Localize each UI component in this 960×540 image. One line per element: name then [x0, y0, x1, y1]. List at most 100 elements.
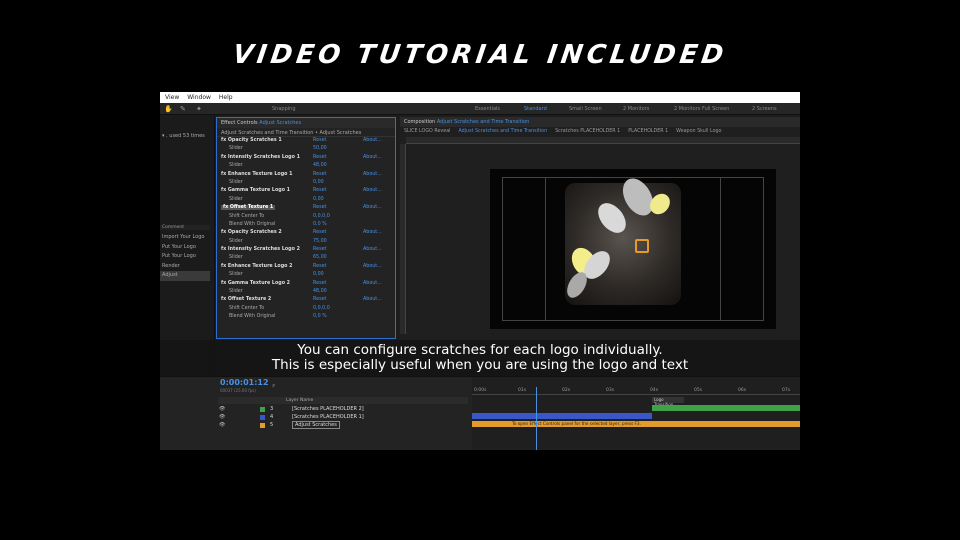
composition-viewer[interactable]: [490, 169, 776, 329]
crumb[interactable]: Weapon Skull Logo: [676, 129, 721, 135]
property-value[interactable]: 48,00: [313, 289, 327, 294]
layer-name-header[interactable]: Layer Name: [286, 398, 313, 403]
layer-row[interactable]: 👁 5 Adjust Scratches: [218, 421, 470, 429]
about-link[interactable]: About...: [363, 230, 382, 235]
workspace-2-monitors-full[interactable]: 2 Monitors Full Screen: [674, 106, 729, 112]
effect-row[interactable]: fx Opacity Scratches 1 Reset About...: [217, 137, 395, 145]
menu-help[interactable]: Help: [219, 94, 233, 101]
effect-row[interactable]: fx Opacity Scratches 2 Reset About...: [217, 229, 395, 237]
property-value[interactable]: 0,0,0,0: [313, 214, 330, 219]
hand-tool-icon[interactable]: ✋: [164, 105, 173, 113]
layer-name[interactable]: Adjust Scratches: [292, 421, 340, 429]
about-link[interactable]: About...: [363, 155, 382, 160]
property-value[interactable]: 48,00: [313, 163, 327, 168]
pin-tool-icon[interactable]: ✦: [196, 105, 202, 113]
project-item[interactable]: Put Your Logo: [160, 252, 210, 262]
timecode-display[interactable]: 0:00:01:12: [220, 378, 269, 387]
time-ruler[interactable]: 0:00s 01s 02s 03s 04s 05s 06s 07s: [472, 387, 800, 395]
composition-tab[interactable]: Composition Adjust Scratches and Time Tr…: [400, 117, 800, 127]
effect-property-row[interactable]: Slider 0,00: [217, 271, 395, 279]
reset-link[interactable]: Reset: [313, 172, 326, 177]
reset-link[interactable]: Reset: [313, 138, 326, 143]
effect-controls-tab[interactable]: Effect Controls Adjust Scratches: [217, 118, 395, 128]
about-link[interactable]: About...: [363, 264, 382, 269]
effect-property-row[interactable]: Slider 0,00: [217, 179, 395, 187]
effect-row[interactable]: fx Intensity Scratches Logo 2 Reset About.…: [217, 246, 395, 254]
property-value[interactable]: 0,00: [313, 180, 324, 185]
effect-property-row[interactable]: Slider 50,00: [217, 145, 395, 153]
about-link[interactable]: About...: [363, 172, 382, 177]
about-link[interactable]: About...: [363, 297, 382, 302]
about-link[interactable]: About...: [363, 281, 382, 286]
effect-property-row[interactable]: Slider 48,00: [217, 288, 395, 296]
property-value[interactable]: 0,0 %: [313, 222, 327, 227]
effect-row[interactable]: fx Gamma Texture Logo 1 Reset About...: [217, 187, 395, 195]
crumb[interactable]: PLACEHOLDER 1: [628, 129, 668, 135]
property-value[interactable]: 65,00: [313, 255, 327, 260]
effect-property-row[interactable]: Slider 65,00: [217, 254, 395, 262]
property-value[interactable]: 0,0,0,0: [313, 306, 330, 311]
anchor-point-icon[interactable]: [635, 239, 649, 253]
layer-bar[interactable]: [652, 405, 800, 411]
layer-name[interactable]: [Scratches PLACEHOLDER 1]: [292, 414, 364, 420]
project-item-selected[interactable]: Adjust: [160, 271, 210, 281]
property-value[interactable]: 75,00: [313, 239, 327, 244]
effect-property-row[interactable]: Slider 75,00: [217, 238, 395, 246]
effect-property-row[interactable]: Blend With Original 0,0 %: [217, 313, 395, 321]
project-item[interactable]: Import Your Logo: [160, 233, 210, 243]
pen-tool-icon[interactable]: ✎: [180, 105, 186, 113]
effect-row[interactable]: fx Offset Texture 2 Reset About...: [217, 296, 395, 304]
property-value[interactable]: 50,00: [313, 146, 327, 151]
effect-property-row[interactable]: Shift Center To 0,0,0,0: [217, 305, 395, 313]
about-link[interactable]: About...: [363, 205, 382, 210]
about-link[interactable]: About...: [363, 138, 382, 143]
property-value[interactable]: 0,0 %: [313, 314, 327, 319]
visibility-eye-icon[interactable]: 👁: [219, 414, 225, 420]
menu-view[interactable]: View: [165, 94, 179, 101]
property-value[interactable]: 0,00: [313, 197, 324, 202]
effect-row[interactable]: fx Gamma Texture Logo 2 Reset About...: [217, 280, 395, 288]
reset-link[interactable]: Reset: [313, 247, 326, 252]
workspace-2-screens[interactable]: 2 Screens: [752, 106, 777, 112]
timeline-tracks[interactable]: 0:00s 01s 02s 03s 04s 05s 06s 07s Logo Transiti…: [472, 377, 800, 450]
search-icon[interactable]: ⌕: [272, 382, 275, 390]
workspace-essentials[interactable]: Essentials: [475, 106, 500, 112]
effect-property-row[interactable]: Slider 48,00: [217, 162, 395, 170]
visibility-eye-icon[interactable]: 👁: [219, 406, 225, 412]
about-link[interactable]: About...: [363, 247, 382, 252]
project-item[interactable]: Put Your Logo: [160, 243, 210, 253]
reset-link[interactable]: Reset: [313, 230, 326, 235]
reset-link[interactable]: Reset: [313, 155, 326, 160]
effect-row[interactable]: fx Offset Texture 1 Reset About...: [217, 204, 395, 212]
layer-name[interactable]: [Scratches PLACEHOLDER 2]: [292, 406, 364, 412]
layer-row[interactable]: 👁 4 [Scratches PLACEHOLDER 1]: [218, 413, 470, 421]
snapping-toggle[interactable]: Snapping: [272, 106, 296, 112]
property-value[interactable]: 0,00: [313, 272, 324, 277]
reset-link[interactable]: Reset: [313, 205, 326, 210]
label-color-swatch[interactable]: [260, 423, 265, 428]
reset-link[interactable]: Reset: [313, 281, 326, 286]
playhead[interactable]: [536, 387, 537, 450]
reset-link[interactable]: Reset: [313, 188, 326, 193]
effect-property-row[interactable]: Blend With Original 0,0 %: [217, 221, 395, 229]
workspace-standard[interactable]: Standard: [524, 106, 547, 112]
effect-row[interactable]: fx Intensity Scratches Logo 1 Reset About.…: [217, 154, 395, 162]
layer-bar[interactable]: [472, 413, 652, 419]
project-item[interactable]: Render: [160, 262, 210, 272]
workspace-small-screen[interactable]: Small Screen: [569, 106, 602, 112]
effect-row[interactable]: fx Enhance Texture Logo 2 Reset About...: [217, 263, 395, 271]
comp-marker[interactable]: Logo Transition: [652, 397, 684, 407]
workspace-2-monitors[interactable]: 2 Monitors: [623, 106, 649, 112]
visibility-eye-icon[interactable]: 👁: [219, 422, 225, 428]
effect-property-row[interactable]: Shift Center To 0,0,0,0: [217, 213, 395, 221]
about-link[interactable]: About...: [363, 188, 382, 193]
label-color-swatch[interactable]: [260, 407, 265, 412]
crumb[interactable]: SLICE LOGO Reveal: [404, 129, 450, 135]
reset-link[interactable]: Reset: [313, 264, 326, 269]
layer-row[interactable]: 👁 3 [Scratches PLACEHOLDER 2]: [218, 405, 470, 413]
crumb[interactable]: Scratches PLACEHOLDER 1: [555, 129, 620, 135]
effect-property-row[interactable]: Slider 0,00: [217, 196, 395, 204]
label-color-swatch[interactable]: [260, 415, 265, 420]
crumb-active[interactable]: Adjust Scratches and Time Transition: [458, 129, 547, 135]
menu-window[interactable]: Window: [187, 94, 211, 101]
